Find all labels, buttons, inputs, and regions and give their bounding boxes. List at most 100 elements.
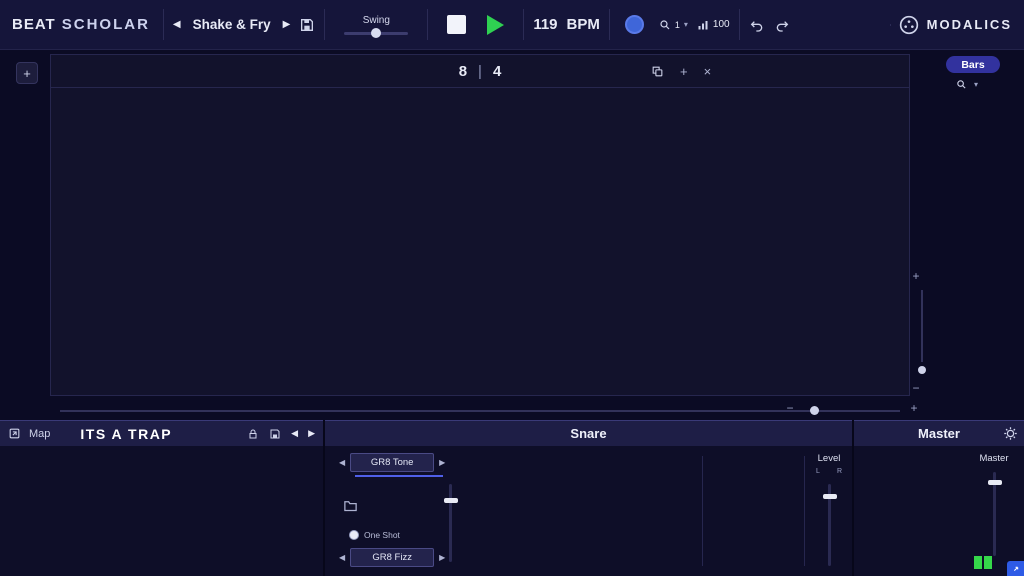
bpm-unit: BPM bbox=[567, 16, 600, 33]
divider bbox=[427, 9, 428, 40]
bar-actions: + × bbox=[651, 55, 711, 87]
zoom-out-horizontal-button[interactable]: − bbox=[782, 400, 798, 416]
engine-top-prev-icon[interactable]: ◀ bbox=[339, 458, 345, 467]
engine-bottom-select[interactable]: ◀ GR8 Fizz ▶ bbox=[339, 548, 445, 567]
add-row-button[interactable]: + bbox=[16, 62, 38, 84]
divider bbox=[890, 24, 891, 26]
meter-right bbox=[984, 556, 992, 569]
folder-icon[interactable] bbox=[343, 498, 358, 513]
chevron-down-icon[interactable]: ▾ bbox=[974, 80, 978, 89]
zoom-in-horizontal-button[interactable]: + bbox=[906, 400, 922, 416]
map-tools: ◀ ▶ bbox=[247, 428, 315, 440]
output-level-meter bbox=[974, 556, 992, 569]
master-title: Master bbox=[918, 426, 960, 441]
master-volume-slider[interactable] bbox=[993, 472, 996, 556]
magnifier-icon bbox=[659, 19, 671, 31]
engine-bottom-next-icon[interactable]: ▶ bbox=[439, 553, 445, 562]
bars-sidebar: Bars ▾ bbox=[932, 50, 1024, 420]
zoom-control[interactable]: 1 ▾ bbox=[659, 19, 688, 31]
level-bars-icon bbox=[697, 19, 709, 31]
snare-body: ◀ GR8 Tone ▶ One Shot ◀ GR8 Fizz ▶ bbox=[325, 446, 852, 576]
modalics-brand: MODALICS bbox=[890, 15, 1012, 35]
timesig-divider: | bbox=[478, 63, 482, 80]
snare-panel: Snare ◀ GR8 Tone ▶ One Shot ◀ GR8 Fizz ▶ bbox=[325, 420, 852, 576]
map-label[interactable]: Map bbox=[29, 428, 50, 440]
timesig-numerator[interactable]: 8 bbox=[459, 63, 467, 80]
level-lr: L R bbox=[807, 468, 851, 475]
bottom-section: Map ITS A TRAP ◀ ▶ Snare ◀ GR8 Tone bbox=[0, 420, 1024, 576]
swing-slider-thumb[interactable] bbox=[371, 28, 381, 38]
master-volume-slider-thumb[interactable] bbox=[988, 480, 1002, 485]
divider bbox=[739, 9, 740, 40]
one-shot-label: One Shot bbox=[364, 530, 400, 540]
divider bbox=[324, 9, 325, 40]
duplicate-bar-icon[interactable] bbox=[651, 65, 664, 78]
lock-icon[interactable] bbox=[247, 428, 259, 440]
zoom-in-vertical-button[interactable]: + bbox=[908, 268, 924, 284]
drum-map-panel: Map ITS A TRAP ◀ ▶ bbox=[0, 420, 323, 576]
resize-corner-button[interactable] bbox=[1007, 561, 1024, 576]
top-bar: BEAT SCHOLAR ◀ Shake & Fry ▶ Swing 119 B… bbox=[0, 0, 1024, 50]
drum-map-title: ITS A TRAP bbox=[80, 426, 172, 442]
save-preset-icon[interactable] bbox=[299, 17, 315, 33]
preset-next-button[interactable]: ▶ bbox=[283, 19, 291, 30]
beat-scholar-app: BEAT SCHOLAR ◀ Shake & Fry ▶ Swing 119 B… bbox=[0, 0, 1024, 576]
play-button[interactable] bbox=[487, 15, 504, 35]
timesig-denominator[interactable]: 4 bbox=[493, 63, 501, 80]
swing-control: Swing bbox=[334, 15, 418, 35]
velocity-value: 100 bbox=[713, 19, 730, 30]
source-mix-slider[interactable] bbox=[449, 484, 452, 562]
logo-scholar: SCHOLAR bbox=[62, 16, 150, 33]
save-map-icon[interactable] bbox=[269, 428, 281, 440]
vertical-scrollbar-thumb[interactable] bbox=[918, 366, 926, 374]
snare-header: Snare bbox=[325, 420, 852, 446]
map-next-button[interactable]: ▶ bbox=[308, 428, 315, 439]
horizontal-scrollbar-thumb[interactable] bbox=[810, 406, 819, 415]
bpm-value[interactable]: 119 bbox=[533, 16, 557, 33]
engine-bottom-label[interactable]: GR8 Fizz bbox=[350, 548, 434, 567]
add-bar-icon[interactable]: + bbox=[680, 64, 688, 79]
redo-icon[interactable] bbox=[774, 17, 790, 33]
bars-search[interactable]: ▾ bbox=[956, 79, 978, 90]
master-volume-control: Master bbox=[970, 448, 1018, 464]
map-prev-button[interactable]: ◀ bbox=[291, 428, 298, 439]
delete-bar-icon[interactable]: × bbox=[704, 64, 712, 79]
sequencer-area: + 8 | 4 + × + − − + Bars bbox=[0, 50, 1024, 420]
zoom-out-vertical-button[interactable]: − bbox=[908, 380, 924, 396]
horizontal-scrollbar[interactable] bbox=[60, 410, 900, 412]
engine-bottom-prev-icon[interactable]: ◀ bbox=[339, 553, 345, 562]
master-panel: Master Master bbox=[854, 420, 1024, 576]
preset-prev-button[interactable]: ◀ bbox=[173, 19, 181, 30]
level-right-label: R bbox=[837, 468, 842, 475]
snare-title: Snare bbox=[570, 426, 606, 441]
engine-top-select[interactable]: ◀ GR8 Tone ▶ bbox=[339, 453, 445, 472]
engine-top-label[interactable]: GR8 Tone bbox=[350, 453, 434, 472]
bars-tab[interactable]: Bars bbox=[946, 56, 1000, 73]
source-mix-slider-thumb[interactable] bbox=[444, 498, 458, 503]
accent-ball-icon[interactable] bbox=[625, 15, 644, 34]
level-left-label: L bbox=[816, 468, 820, 475]
vertical-scrollbar[interactable] bbox=[921, 290, 923, 362]
divider bbox=[804, 456, 805, 566]
one-shot-radio[interactable] bbox=[349, 530, 359, 540]
app-logo: BEAT SCHOLAR bbox=[12, 16, 150, 33]
level-slider-thumb[interactable] bbox=[823, 494, 837, 499]
logo-beat: BEAT bbox=[12, 16, 56, 33]
snare-sends-grid bbox=[709, 448, 803, 552]
engine-accent-line bbox=[355, 475, 443, 477]
preset-name[interactable]: Shake & Fry bbox=[190, 17, 274, 32]
stop-button[interactable] bbox=[447, 15, 466, 34]
master-body: Master bbox=[854, 446, 1024, 576]
gear-icon[interactable] bbox=[1003, 426, 1018, 441]
chevron-down-icon[interactable]: ▾ bbox=[684, 20, 688, 29]
swing-slider[interactable] bbox=[344, 32, 408, 35]
master-volume-label: Master bbox=[970, 453, 1018, 464]
search-icon bbox=[956, 79, 967, 90]
level-slider[interactable] bbox=[828, 484, 831, 566]
one-shot-toggle[interactable]: One Shot bbox=[349, 530, 400, 540]
velocity-control[interactable]: 100 bbox=[697, 19, 730, 31]
master-header: Master bbox=[854, 420, 1024, 446]
engine-top-next-icon[interactable]: ▶ bbox=[439, 458, 445, 467]
undo-icon[interactable] bbox=[749, 17, 765, 33]
map-icon[interactable] bbox=[8, 427, 21, 440]
